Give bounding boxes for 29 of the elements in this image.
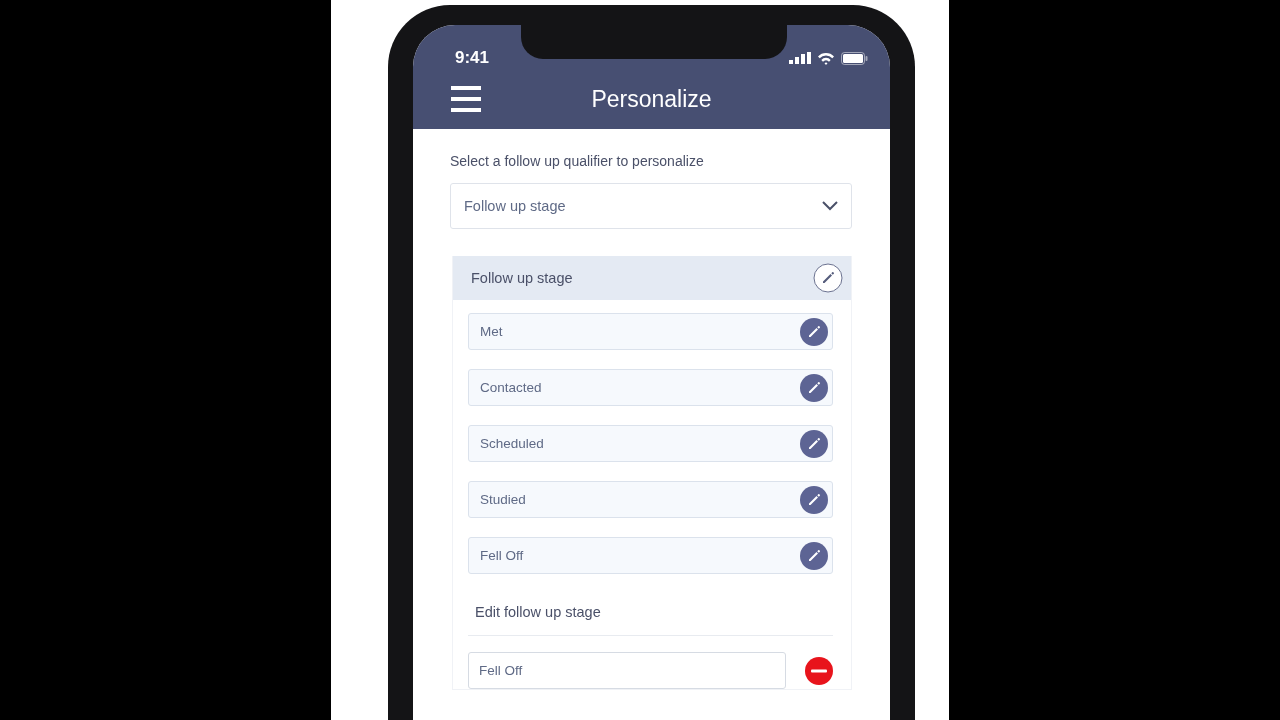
stage-name-field[interactable]: Fell Off [468,652,786,689]
stage-item[interactable]: Scheduled [468,425,833,462]
stage-label: Fell Off [480,548,524,563]
edit-icon[interactable] [800,317,828,346]
panel-title: Follow up stage [471,270,573,286]
stage-label: Contacted [480,380,542,395]
wifi-icon [817,51,835,65]
stage-item[interactable]: Fell Off [468,537,833,574]
stage-item[interactable]: Contacted [468,369,833,406]
edit-icon[interactable] [800,485,828,514]
edit-icon[interactable] [800,541,828,570]
menu-icon[interactable] [451,86,481,112]
status-time: 9:41 [455,48,490,68]
page-title: Personalize [590,85,713,113]
stage-label: Met [480,324,503,339]
stage-item[interactable]: Studied [468,481,833,518]
stage-label: Studied [480,492,526,507]
chevron-down-icon [821,200,839,212]
edit-icon[interactable] [800,429,828,458]
edit-icon[interactable] [800,373,828,402]
remove-icon[interactable] [805,656,833,685]
stage-item[interactable]: Met [468,313,833,350]
qualifier-label: Select a follow up qualifier to personalize [450,153,705,169]
signal-icon [789,52,811,64]
qualifier-dropdown[interactable]: Follow up stage [450,183,852,229]
stage-label: Scheduled [480,436,544,451]
edit-icon[interactable] [813,263,843,293]
battery-icon [841,51,868,65]
edit-section-title: Edit follow up stage [474,603,602,622]
